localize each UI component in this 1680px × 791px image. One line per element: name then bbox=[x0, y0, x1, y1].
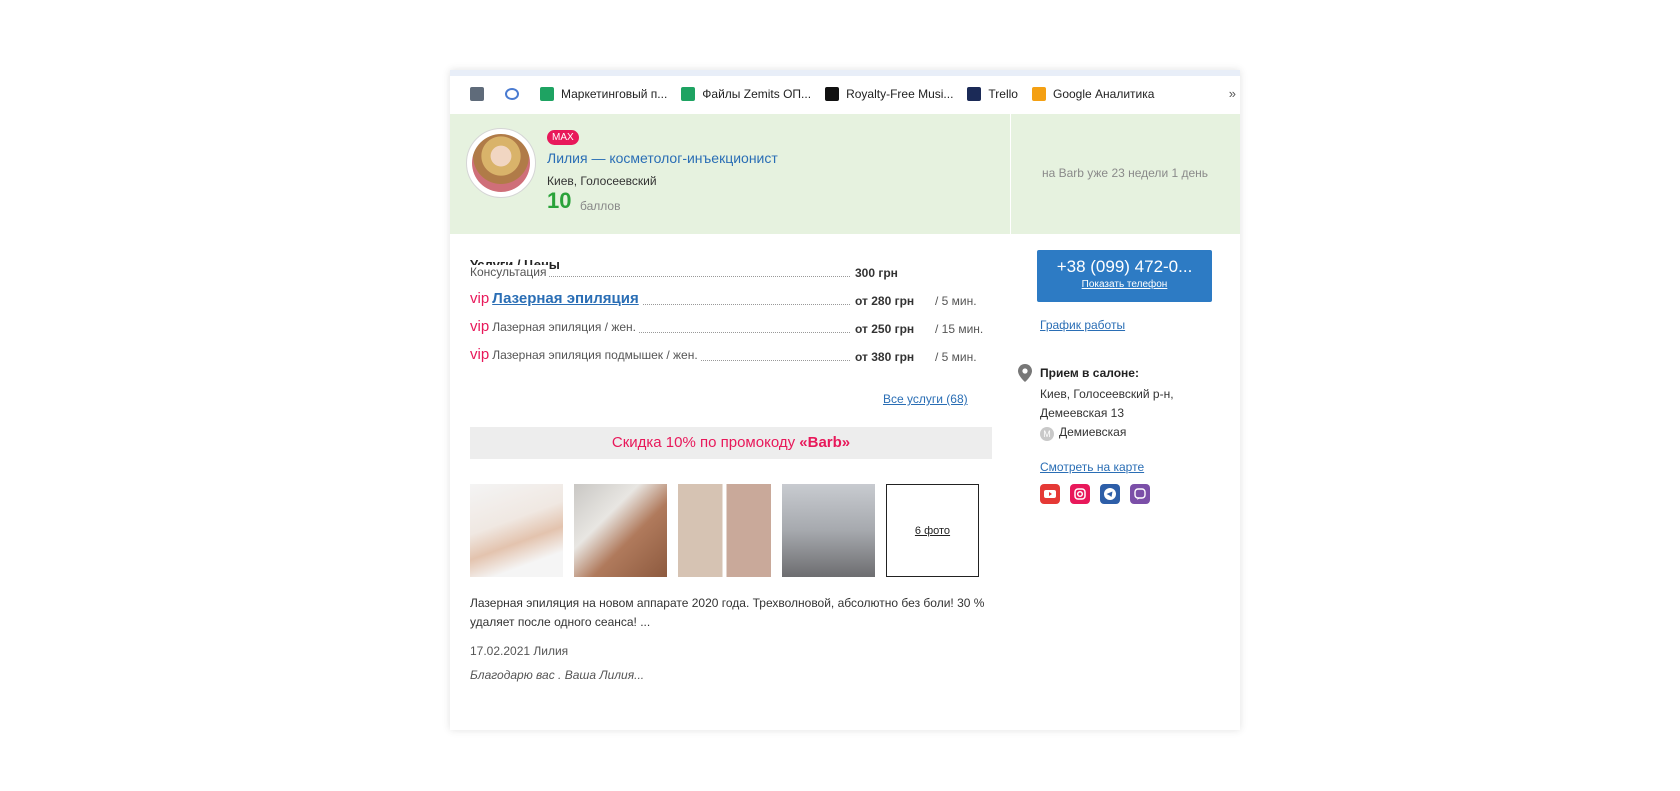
service-name-wrap: vip Лазерная эпиляция / жен. bbox=[470, 318, 640, 335]
link-icon bbox=[505, 88, 519, 100]
master-name-link[interactable]: Лилия — косметолог-инъекционист bbox=[547, 150, 778, 166]
bookmark-trello[interactable]: Trello bbox=[967, 87, 1018, 101]
vip-label: vip bbox=[470, 318, 490, 335]
salon-address: Киев, Голосеевский р-н, Демеевская 13 bbox=[1040, 387, 1174, 420]
schedule-link[interactable]: График работы bbox=[1040, 318, 1125, 332]
gallery-photo[interactable] bbox=[678, 484, 771, 577]
service-row: vip Лазерная эпиляция от 280 грн / 5 мин. bbox=[470, 288, 978, 310]
service-link[interactable]: Лазерная эпиляция bbox=[492, 290, 639, 307]
telegram-icon[interactable] bbox=[1100, 484, 1120, 504]
service-row: vip Лазерная эпиляция / жен. от 250 грн /… bbox=[470, 316, 983, 338]
vip-label: vip bbox=[470, 290, 490, 307]
bookmark-zemits-files[interactable]: Файлы Zemits ОП... bbox=[681, 87, 811, 101]
browser-window: Маркетинговый п... Файлы Zemits ОП... Ro… bbox=[450, 70, 1240, 730]
review-date-author: 17.02.2021 Лилия bbox=[470, 644, 569, 658]
bookmarks-bar: Маркетинговый п... Файлы Zemits ОП... Ro… bbox=[450, 76, 1240, 112]
bookmark-google-analytics[interactable]: Google Аналитика bbox=[1031, 87, 1155, 101]
bookmark-label: Google Аналитика bbox=[1052, 87, 1155, 101]
promo-banner: Скидка 10% по промокоду «Barb» bbox=[470, 427, 992, 459]
metro-station: Демиевская bbox=[1059, 425, 1127, 439]
service-price: от 250 грн bbox=[855, 322, 915, 336]
service-duration: / 5 мин. bbox=[935, 350, 977, 364]
master-header-card: MAX Лилия — косметолог-инъекционист Киев… bbox=[450, 114, 1240, 234]
bookmarks-more-button[interactable]: » bbox=[1229, 86, 1236, 101]
promo-text: Скидка 10% по промокоду bbox=[611, 434, 800, 451]
salon-label: Прием в салоне: bbox=[1040, 366, 1139, 380]
triangle-logo-icon bbox=[825, 87, 840, 101]
service-price: от 380 грн bbox=[855, 350, 915, 364]
google-sheets-icon bbox=[540, 87, 554, 101]
bookmark-label: Trello bbox=[988, 87, 1018, 101]
trello-icon bbox=[967, 87, 982, 101]
bookmark-app[interactable] bbox=[470, 87, 491, 101]
bookmark-marketing[interactable]: Маркетинговый п... bbox=[540, 87, 667, 101]
service-name: Консультация bbox=[470, 265, 550, 279]
gallery-photo[interactable] bbox=[574, 484, 667, 577]
bookmark-app-icon bbox=[470, 87, 484, 101]
promo-code: «Barb» bbox=[799, 434, 851, 451]
service-duration: / 15 мин. bbox=[935, 322, 984, 336]
review-text: Благодарю вас . Ваша Лилия... bbox=[470, 668, 645, 682]
avatar[interactable] bbox=[466, 128, 536, 198]
score-label: баллов bbox=[580, 199, 621, 213]
service-duration: / 5 мин. bbox=[935, 294, 977, 308]
bookmark-royalty-free[interactable]: Royalty-Free Musi... bbox=[825, 87, 953, 101]
more-photos-link[interactable]: 6 фото bbox=[886, 484, 979, 577]
service-price: 300 грн bbox=[855, 266, 898, 280]
viber-icon[interactable] bbox=[1130, 484, 1150, 504]
google-sheets-icon bbox=[681, 87, 696, 101]
gallery-photo[interactable] bbox=[470, 484, 563, 577]
gallery-photo[interactable] bbox=[782, 484, 875, 577]
all-services-link[interactable]: Все услуги (68) bbox=[883, 392, 968, 406]
instagram-icon[interactable] bbox=[1070, 484, 1090, 504]
service-name-wrap: vip Лазерная эпиляция bbox=[470, 290, 642, 307]
vip-label: vip bbox=[470, 346, 490, 363]
service-name: Лазерная эпиляция подмышек / жен. bbox=[492, 348, 698, 362]
service-price: от 280 грн bbox=[855, 294, 915, 308]
analytics-icon bbox=[1031, 87, 1046, 101]
max-badge: MAX bbox=[547, 130, 579, 145]
metro-icon: М bbox=[1040, 427, 1054, 441]
member-since: на Barb уже 23 недели 1 день bbox=[1041, 166, 1209, 180]
bookmark-label: Royalty-Free Musi... bbox=[846, 87, 954, 101]
service-row: vip Лазерная эпиляция подмышек / жен. от … bbox=[470, 344, 978, 366]
service-name-wrap: vip Лазерная эпиляция подмышек / жен. bbox=[470, 346, 701, 363]
master-location: Киев, Голосеевский bbox=[547, 174, 657, 188]
youtube-icon[interactable] bbox=[1040, 484, 1060, 504]
master-description: Лазерная эпиляция на новом аппарате 2020… bbox=[470, 596, 985, 629]
service-name: Лазерная эпиляция / жен. bbox=[492, 320, 637, 334]
show-phone-button[interactable]: +38 (099) 472-0... Показать телефон bbox=[1037, 250, 1212, 302]
phone-number: +38 (099) 472-0... bbox=[1056, 257, 1193, 276]
show-phone-label: Показать телефон bbox=[1081, 279, 1168, 290]
service-row: Консультация 300 грн bbox=[470, 260, 978, 282]
location-pin-icon bbox=[1018, 364, 1032, 382]
avatar-photo bbox=[472, 134, 530, 192]
bookmark-link[interactable] bbox=[505, 88, 526, 100]
view-map-link[interactable]: Смотреть на карте bbox=[1040, 460, 1144, 474]
bookmark-label: Файлы Zemits ОП... bbox=[702, 87, 812, 101]
score-value: 10 bbox=[547, 188, 572, 213]
bookmark-label: Маркетинговый п... bbox=[561, 87, 668, 101]
